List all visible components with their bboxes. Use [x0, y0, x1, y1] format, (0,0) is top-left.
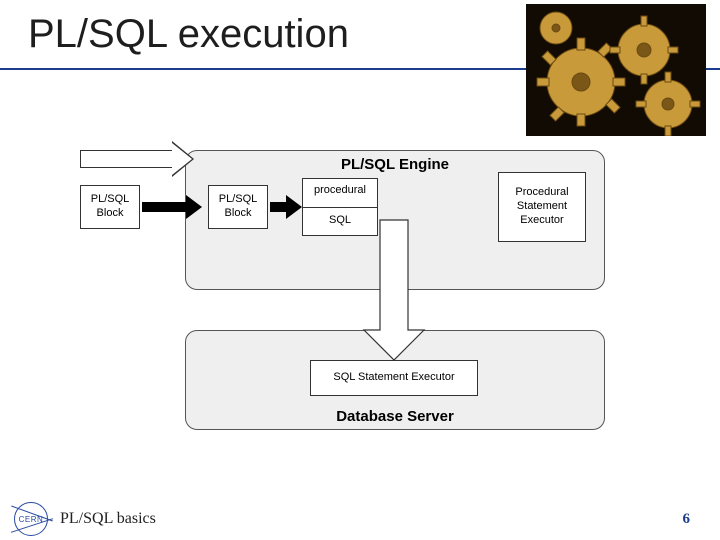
- procedural-executor-box: Procedural Statement Executor: [498, 172, 586, 242]
- plsql-block-outer: PL/SQL Block: [80, 185, 140, 229]
- footer-topic: PL/SQL basics: [60, 510, 156, 528]
- page-number: 6: [683, 511, 691, 528]
- plsql-engine-label: PL/SQL Engine: [185, 156, 605, 173]
- diagram: PL/SQL Engine Database Server PL/SQL Blo…: [80, 150, 640, 470]
- arrow-sql-down: [320, 210, 430, 370]
- footer: CERN PL/SQL basics 6: [0, 498, 720, 540]
- split-divider: [302, 207, 378, 208]
- database-server-label: Database Server: [185, 408, 605, 425]
- gears-image: [526, 4, 706, 136]
- slide: PL/SQL execution: [0, 0, 720, 540]
- split-procedural-label: procedural: [306, 184, 374, 196]
- plsql-block-inner: PL/SQL Block: [208, 185, 268, 229]
- slide-title: PL/SQL execution: [28, 12, 349, 57]
- cern-logo-icon: CERN: [14, 502, 48, 536]
